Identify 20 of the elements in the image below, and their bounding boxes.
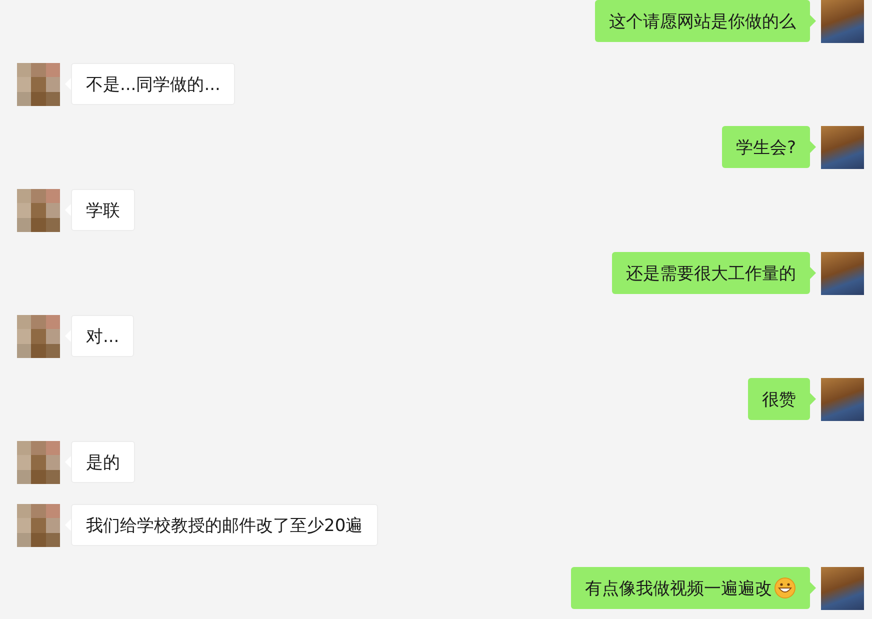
avatar-photo-placeholder[interactable]: [821, 0, 864, 43]
pixelated-avatar[interactable]: [17, 315, 60, 358]
message-bubble: 学联: [71, 189, 135, 231]
message-bubble: 对...: [71, 315, 134, 357]
pixelated-avatar[interactable]: [17, 441, 60, 484]
message-bubble: 还是需要很大工作量的: [612, 252, 810, 294]
message-bubble: 有点像我做视频一遍遍改: [571, 567, 810, 609]
pixelated-avatar[interactable]: [17, 504, 60, 547]
message-bubble: 很赞: [748, 378, 810, 420]
message-bubble: 不是...同学做的...: [71, 63, 236, 105]
avatar-photo-placeholder[interactable]: [821, 252, 864, 295]
message-bubble: 学生会?: [722, 126, 810, 168]
avatar-photo-placeholder[interactable]: [821, 126, 864, 169]
avatar-photo-placeholder[interactable]: [821, 567, 864, 610]
avatar-photo-placeholder[interactable]: [821, 378, 864, 421]
pixelated-avatar[interactable]: [17, 63, 60, 106]
message-bubble: 是的: [71, 441, 135, 483]
pixelated-avatar[interactable]: [17, 189, 60, 232]
message-bubble: 我们给学校教授的邮件改了至少20遍: [71, 504, 378, 546]
message-bubble: 这个请愿网站是你做的么: [595, 0, 810, 42]
